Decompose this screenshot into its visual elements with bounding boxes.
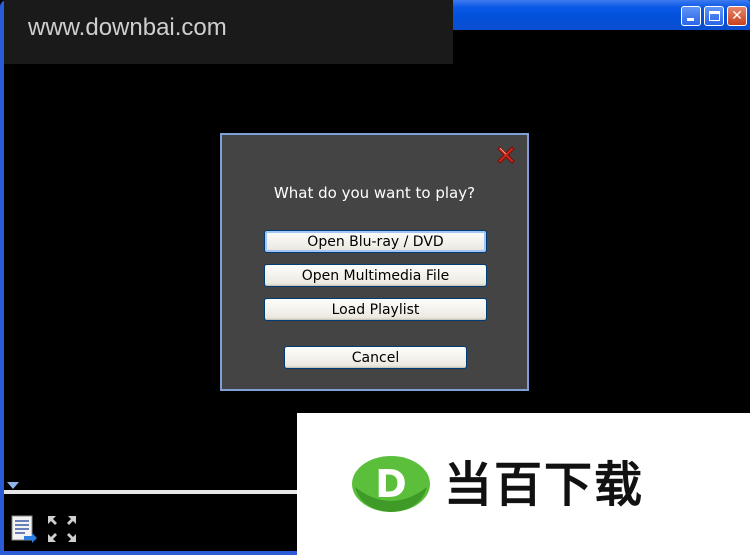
close-button[interactable]: ✕ — [727, 6, 747, 26]
playlist-icon — [11, 515, 37, 543]
open-bluray-dvd-button[interactable]: Open Blu-ray / DVD — [264, 230, 487, 253]
downbai-logo: D 当百下载 — [297, 413, 750, 555]
playlist-button[interactable] — [10, 514, 38, 544]
site-watermark: www.downbai.com — [4, 0, 453, 64]
minimize-button[interactable] — [681, 6, 701, 26]
cancel-button[interactable]: Cancel — [284, 346, 467, 369]
play-dialog: What do you want to play? Open Blu-ray /… — [220, 133, 529, 391]
minimize-icon — [687, 18, 694, 21]
red-x-icon — [497, 146, 515, 164]
fullscreen-icon — [48, 516, 76, 542]
dialog-close-button[interactable] — [494, 143, 518, 167]
load-playlist-button[interactable]: Load Playlist — [264, 298, 487, 321]
fullscreen-button[interactable] — [46, 514, 78, 544]
site-watermark-text: www.downbai.com — [28, 14, 227, 41]
seek-marker-icon[interactable] — [7, 482, 19, 489]
logo-text: 当百下载 — [444, 457, 645, 513]
close-icon: ✕ — [731, 8, 743, 24]
dialog-title: What do you want to play? — [273, 184, 476, 202]
downbai-d-logo-icon: D — [352, 456, 430, 512]
maximize-icon — [709, 11, 720, 21]
open-multimedia-file-button[interactable]: Open Multimedia File — [264, 264, 487, 287]
maximize-button[interactable] — [704, 6, 724, 26]
seek-bar[interactable] — [4, 490, 304, 494]
logo-letter: D — [375, 462, 407, 506]
